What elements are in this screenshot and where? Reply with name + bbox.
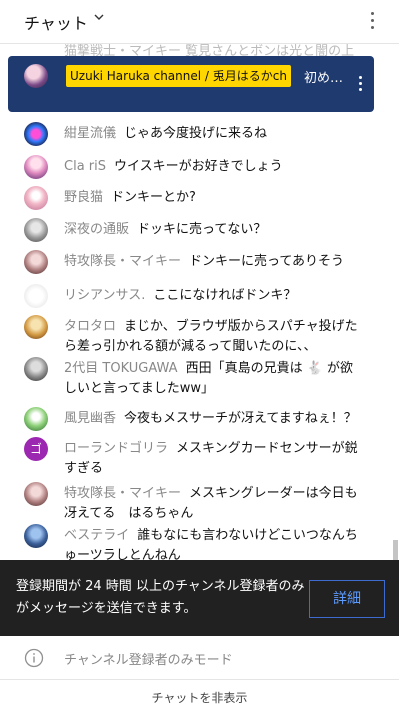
message-author[interactable]: タロタロ [64,319,116,334]
message-author[interactable]: ベステライ [64,528,129,543]
avatar [24,407,48,431]
pinned-message-text: 初め… [304,71,344,86]
subscriber-mode-row: チャンネル登録者のみモード [0,636,399,680]
chat-message: 風見幽香 今夜もメスサーチが冴えてますねぇ！？ [24,407,364,431]
message-text: じゃあ今度投げに来るね [124,126,268,141]
chat-message: リシアンサス. ここになければドンキ？ [24,284,364,308]
message-author[interactable]: 特攻隊長・マイキー [64,486,181,501]
more-options-icon[interactable] [369,12,375,32]
message-author[interactable]: 特攻隊長・マイキー [64,254,181,269]
chevron-down-icon[interactable] [94,12,104,22]
avatar [24,250,48,274]
avatar: ゴ [24,437,48,461]
chat-message: 深夜の通販 ドッキに売ってない？ [24,218,364,242]
scrollbar-thumb[interactable] [393,540,398,560]
chat-message: 特攻隊長・マイキー ドンキーに売ってありそう [24,250,364,274]
chat-message: Cla riS ウイスキーがお好きでしょう [24,155,364,179]
notice-text: 登録期間が 24 時間 以上のチャンネル登録者のみがメッセージを送信できます。 [16,579,305,616]
chat-message: 紺星流儀 じゃあ今度投げに来るね [24,122,364,146]
message-author[interactable]: 風見幽香 [64,411,116,426]
chat-title[interactable]: チャット [24,10,88,34]
avatar [24,315,48,339]
avatar [24,155,48,179]
avatar [24,218,48,242]
members-only-notice: 登録期間が 24 時間 以上のチャンネル登録者のみがメッセージを送信できます。 … [0,560,399,636]
hide-chat-button[interactable]: チャットを非表示 [0,680,399,716]
avatar-initial: ゴ [29,442,42,456]
message-text: ここになければドンキ？ [153,288,297,303]
avatar [24,357,48,381]
chat-header: チャット [0,0,399,44]
message-text: ドッキに売ってない？ [137,222,267,237]
chat-message: 野良猫 ドンキーとか? [24,186,364,210]
subscriber-mode-label: チャンネル登録者のみモード [64,653,233,668]
message-author[interactable]: ローランドゴリラ [64,441,168,456]
avatar [24,524,48,548]
message-text: ドンキーに売ってありそう [189,254,344,269]
pinned-message-banner[interactable]: Uzuki Haruka channel / 兎月はるかch 初め… [8,56,374,112]
message-author[interactable]: Cla riS [64,159,106,174]
message-author[interactable]: 深夜の通販 [64,222,129,237]
chat-message: タロタロ まじか、ブラウザ版からスパチャ投げたら差っ引かれる額が減るって聞いたのに… [24,315,364,357]
avatar [24,186,48,210]
message-author[interactable]: リシアンサス. [64,288,145,303]
message-text: ウイスキーがお好きでしょう [114,159,283,174]
chat-message: ゴ ローランドゴリラ メスキングカードセンサーが鋭すぎる [24,437,364,479]
chat-message: 2代目 TOKUGAWA 西田「真島の兄貴は 🐇 が欲しいと言ってましたww」 [24,357,364,399]
message-author[interactable]: 2代目 TOKUGAWA [64,361,178,376]
scrollbar[interactable] [393,120,399,560]
pinned-more-icon[interactable] [358,76,362,94]
message-author[interactable]: 野良猫 [64,190,103,205]
info-icon [24,648,44,668]
avatar [24,284,48,308]
pinned-author-chip: Uzuki Haruka channel / 兎月はるかch [66,65,291,87]
message-text: 今夜もメスサーチが冴えてますねぇ！？ [124,411,357,426]
details-button[interactable]: 詳細 [309,580,385,618]
message-text: ドンキーとか? [111,190,196,205]
message-author[interactable]: 紺星流儀 [64,126,116,141]
avatar [24,122,48,146]
avatar [24,482,48,506]
chat-message: 特攻隊長・マイキー メスキングレーダーは今日も冴えてる はるちゃん [24,482,364,524]
avatar [24,64,48,88]
